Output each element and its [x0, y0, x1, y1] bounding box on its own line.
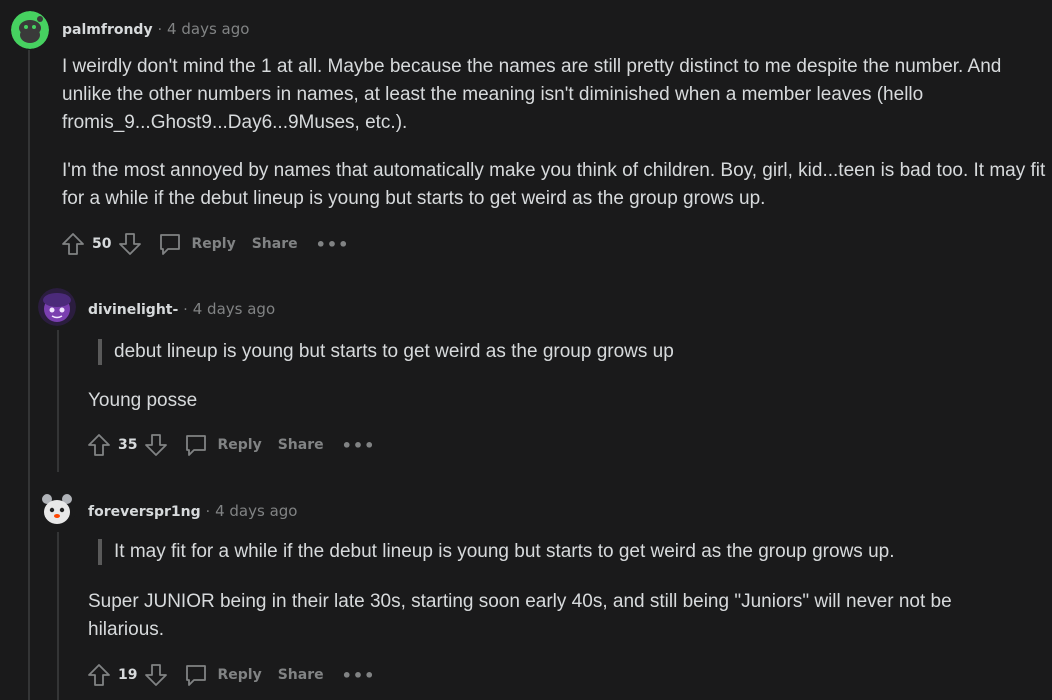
share-button[interactable]: Share: [278, 437, 324, 453]
downvote-icon[interactable]: [143, 662, 169, 688]
comment-paragraph: I weirdly don't mind the 1 at all. Maybe…: [62, 56, 1002, 133]
purple-character-avatar-icon: [38, 288, 76, 326]
downvote-icon[interactable]: [143, 432, 169, 458]
thread-line-root[interactable]: [28, 50, 30, 700]
reply-button[interactable]: Reply: [183, 662, 262, 688]
avatar[interactable]: [11, 11, 49, 49]
reply-button[interactable]: Reply: [157, 231, 236, 257]
separator: ·: [205, 504, 211, 520]
comment-paragraph: Young posse: [88, 390, 198, 411]
blockquote: It may fit for a while if the debut line…: [98, 539, 894, 565]
upvote-icon[interactable]: [60, 231, 86, 257]
username[interactable]: foreverspr1ng: [88, 504, 201, 520]
downvote-icon[interactable]: [117, 231, 143, 257]
comment-bubble-icon: [186, 665, 207, 686]
comment-actions: 50 Reply Share •••: [60, 230, 349, 258]
more-options-icon[interactable]: •••: [316, 235, 350, 254]
username[interactable]: divinelight-: [88, 302, 178, 318]
timestamp[interactable]: 4 days ago: [193, 300, 275, 318]
reply-label: Reply: [191, 236, 236, 252]
more-options-icon[interactable]: •••: [342, 436, 376, 455]
comment-thread: palmfrondy · 4 days ago I weirdly don't mi…: [0, 0, 1052, 700]
username[interactable]: palmfrondy: [62, 22, 153, 38]
share-button[interactable]: Share: [278, 667, 324, 683]
more-options-icon[interactable]: •••: [342, 666, 376, 685]
snoo-bear-avatar-icon: [38, 490, 76, 528]
comment-meta: divinelight- · 4 days ago: [88, 299, 275, 320]
thread-line-reply-1[interactable]: [57, 330, 59, 472]
timestamp[interactable]: 4 days ago: [215, 502, 297, 520]
separator: ·: [183, 302, 188, 318]
blockquote: debut lineup is young but starts to get …: [98, 339, 674, 365]
timestamp[interactable]: 4 days ago: [167, 20, 249, 38]
comment-paragraph: Super JUNIOR being in their late 30s, st…: [88, 591, 952, 640]
vote-count: 35: [118, 437, 138, 453]
vote-count: 19: [118, 667, 138, 683]
comment-meta: palmfrondy · 4 days ago: [62, 19, 249, 40]
vote-count: 50: [92, 236, 112, 252]
avatar[interactable]: [38, 490, 76, 528]
thread-line-reply-2[interactable]: [57, 532, 59, 700]
comment-meta: foreverspr1ng · 4 days ago: [88, 501, 297, 522]
reply-label: Reply: [217, 667, 262, 683]
comment-bubble-icon: [186, 435, 207, 456]
reply-button[interactable]: Reply: [183, 432, 262, 458]
share-button[interactable]: Share: [252, 236, 298, 252]
reply-label: Reply: [217, 437, 262, 453]
separator: ·: [157, 22, 163, 38]
comment-actions: 35 Reply Share •••: [86, 431, 375, 459]
comment-bubble-icon: [160, 234, 181, 255]
comment-actions: 19 Reply Share •••: [86, 661, 375, 689]
avatar[interactable]: [38, 288, 76, 326]
upvote-icon[interactable]: [86, 432, 112, 458]
upvote-icon[interactable]: [86, 662, 112, 688]
snoo-green-avatar-icon: [11, 11, 49, 49]
comment-paragraph: I'm the most annoyed by names that autom…: [62, 160, 1046, 209]
